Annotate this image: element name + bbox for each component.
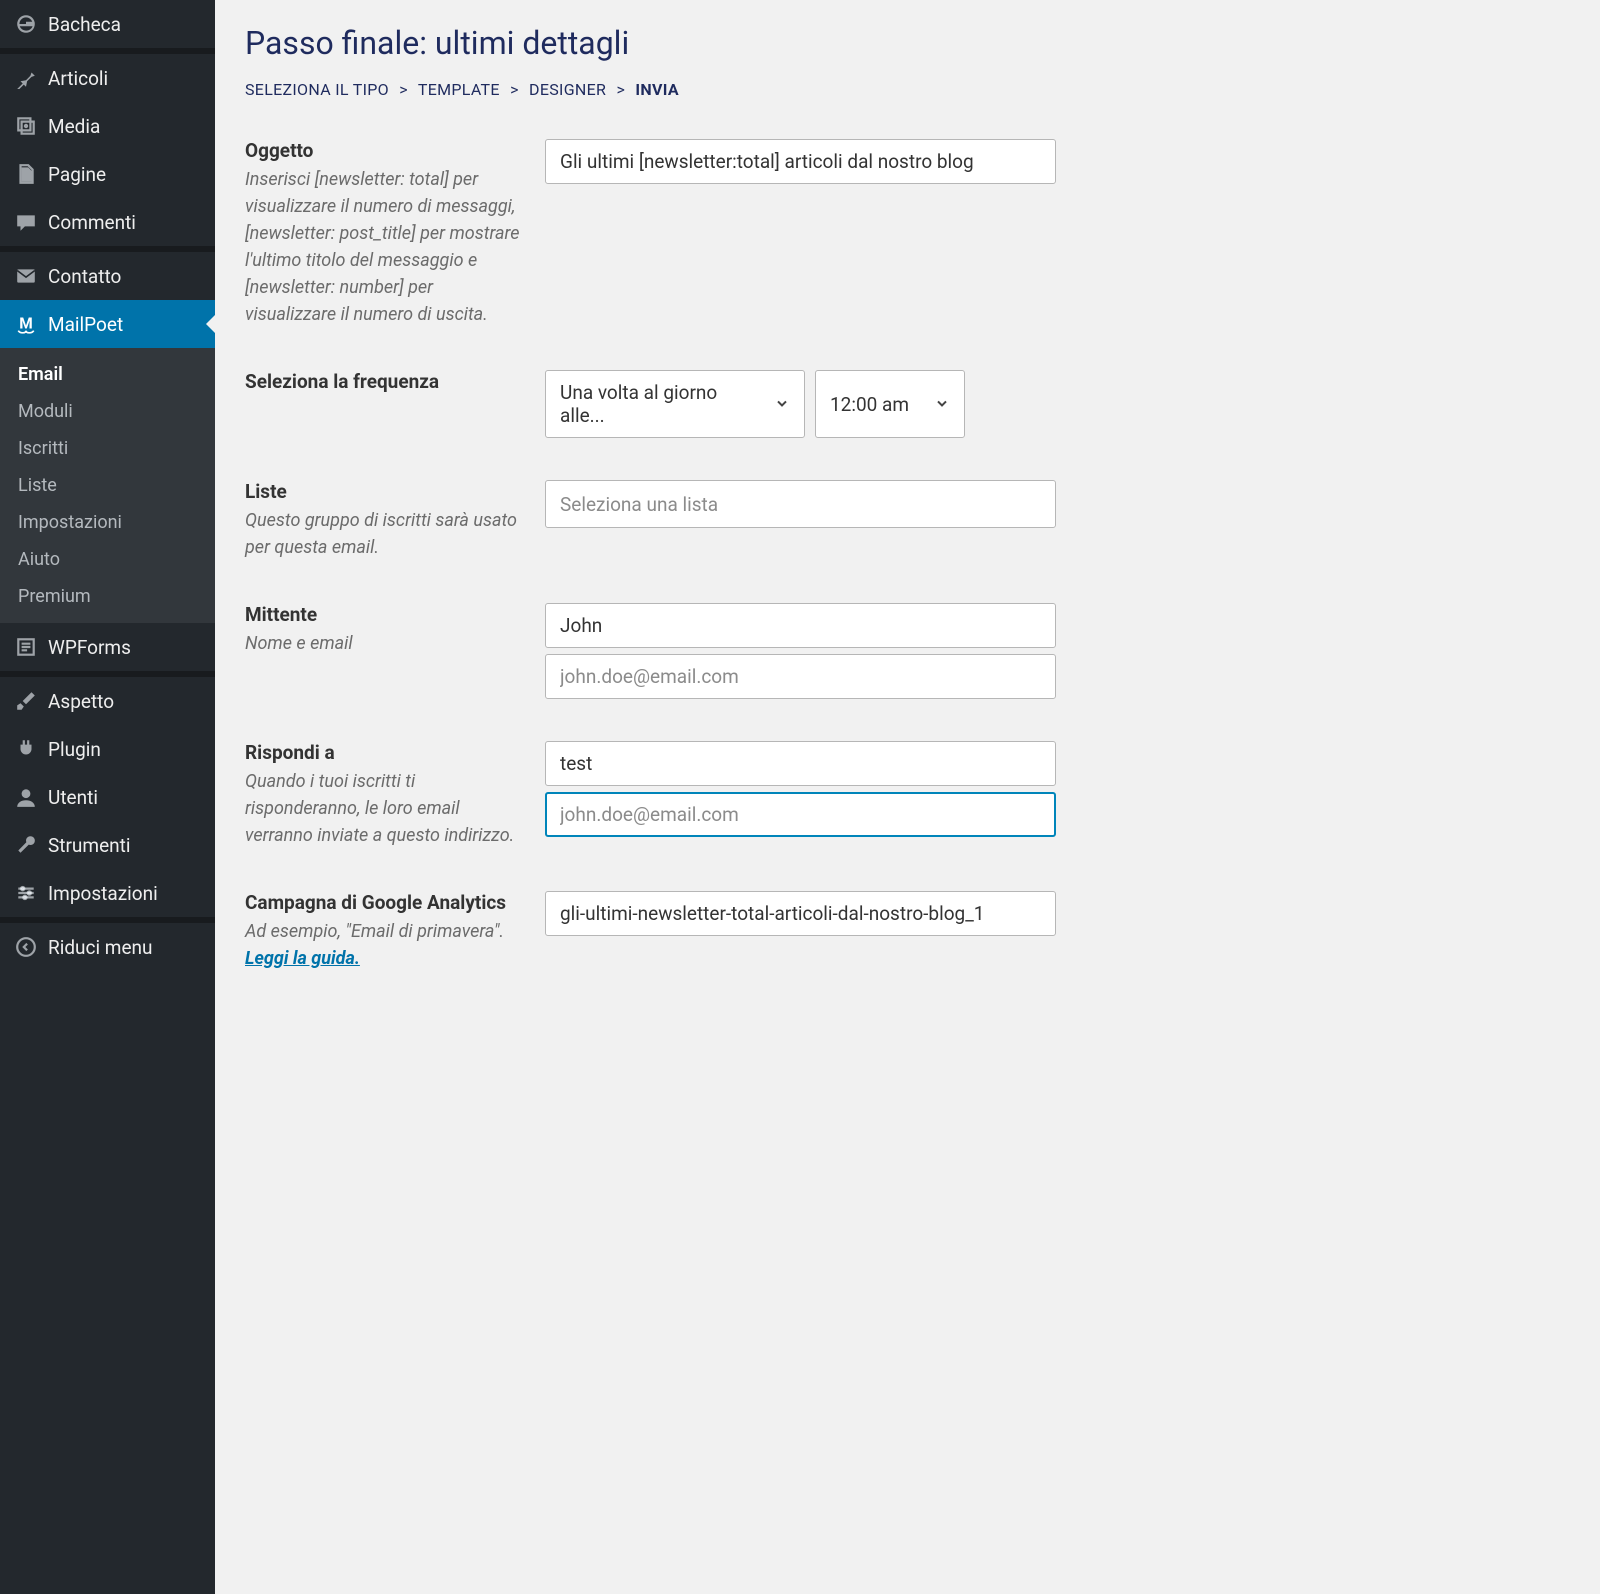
replyto-name-input[interactable] <box>545 741 1056 786</box>
ga-hint: Ad esempio, "Email di primavera". Leggi … <box>245 918 525 972</box>
sidebar-item-label: Articoli <box>48 67 108 90</box>
form-row-replyto: Rispondi a Quando i tuoi iscritti ti ris… <box>245 741 1056 849</box>
sender-label: Mittente <box>245 603 525 626</box>
breadcrumb-sep: > <box>399 80 408 99</box>
form-row-subject: Oggetto Inserisci [newsletter: total] pe… <box>245 139 1056 328</box>
plug-icon <box>14 737 38 761</box>
subject-input[interactable] <box>545 139 1056 184</box>
wrench-icon <box>14 833 38 857</box>
submenu-item-aiuto[interactable]: Aiuto <box>0 541 215 578</box>
breadcrumb-step-designer[interactable]: DESIGNER <box>529 80 606 99</box>
comment-icon <box>14 210 38 234</box>
sidebar-item-label: Riduci menu <box>48 936 153 959</box>
mail-icon <box>14 264 38 288</box>
sidebar-item-label: Utenti <box>48 786 98 809</box>
submenu-item-iscritti[interactable]: Iscritti <box>0 430 215 467</box>
media-icon <box>14 114 38 138</box>
sidebar-item-collapse[interactable]: Riduci menu <box>0 923 215 971</box>
ga-label: Campagna di Google Analytics <box>245 891 525 914</box>
page-title: Passo finale: ultimi dettagli <box>245 24 1056 62</box>
dashboard-icon <box>14 12 38 36</box>
sidebar-item-plugins[interactable]: Plugin <box>0 725 215 773</box>
ga-hint-text: Ad esempio, "Email di primavera". <box>245 921 504 942</box>
submenu-item-moduli[interactable]: Moduli <box>0 393 215 430</box>
sidebar-item-wpforms[interactable]: WPForms <box>0 623 215 671</box>
sidebar-item-media[interactable]: Media <box>0 102 215 150</box>
sidebar-item-comments[interactable]: Commenti <box>0 198 215 246</box>
sidebar-item-label: Impostazioni <box>48 882 158 905</box>
form-row-frequency: Seleziona la frequenza Una volta al gior… <box>245 370 1056 438</box>
svg-text:M: M <box>19 314 32 332</box>
sidebar-item-tools[interactable]: Strumenti <box>0 821 215 869</box>
breadcrumb-step-template[interactable]: TEMPLATE <box>418 80 500 99</box>
sidebar-item-pages[interactable]: Pagine <box>0 150 215 198</box>
sidebar-submenu-mailpoet: Email Moduli Iscritti Liste Impostazioni… <box>0 348 215 623</box>
mailpoet-icon: M <box>14 312 38 336</box>
submenu-item-premium[interactable]: Premium <box>0 578 215 615</box>
sidebar-item-posts[interactable]: Articoli <box>0 54 215 102</box>
subject-label: Oggetto <box>245 139 525 162</box>
replyto-hint: Quando i tuoi iscritti ti risponderanno,… <box>245 768 525 849</box>
user-icon <box>14 785 38 809</box>
sidebar-item-label: Plugin <box>48 738 101 761</box>
pages-icon <box>14 162 38 186</box>
sidebar-item-label: Contatto <box>48 265 121 288</box>
sliders-icon <box>14 881 38 905</box>
form-row-ga: Campagna di Google Analytics Ad esempio,… <box>245 891 1056 972</box>
sidebar-item-dashboard[interactable]: Bacheca <box>0 0 215 48</box>
lists-label: Liste <box>245 480 525 503</box>
collapse-icon <box>14 935 38 959</box>
sidebar-item-label: Bacheca <box>48 13 121 36</box>
form-row-sender: Mittente Nome e email <box>245 603 1056 699</box>
main-content: Passo finale: ultimi dettagli SELEZIONA … <box>215 0 1096 1594</box>
lists-placeholder: Seleziona una lista <box>560 493 718 516</box>
subject-hint: Inserisci [newsletter: total] per visual… <box>245 166 525 328</box>
submenu-item-liste[interactable]: Liste <box>0 467 215 504</box>
breadcrumb-sep: > <box>616 80 625 99</box>
chevron-down-icon <box>934 393 950 416</box>
breadcrumb-sep: > <box>510 80 519 99</box>
replyto-email-input[interactable] <box>545 792 1056 837</box>
ga-guide-link[interactable]: Leggi la guida. <box>245 948 360 969</box>
admin-sidebar: Bacheca Articoli Media Pagine Commenti C… <box>0 0 215 1594</box>
sidebar-item-label: Media <box>48 115 100 138</box>
submenu-item-email[interactable]: Email <box>0 356 215 393</box>
submenu-item-impostazioni[interactable]: Impostazioni <box>0 504 215 541</box>
frequency-interval-select[interactable]: Una volta al giorno alle... <box>545 370 805 438</box>
sidebar-item-mailpoet[interactable]: M MailPoet <box>0 300 215 348</box>
sender-email-input[interactable] <box>545 654 1056 699</box>
frequency-interval-value: Una volta al giorno alle... <box>560 381 764 427</box>
frequency-time-value: 12:00 am <box>830 393 909 416</box>
sidebar-item-label: MailPoet <box>48 313 123 336</box>
sidebar-item-label: Aspetto <box>48 690 114 713</box>
pin-icon <box>14 66 38 90</box>
breadcrumb-step-send[interactable]: INVIA <box>635 80 679 99</box>
lists-select[interactable]: Seleziona una lista <box>545 480 1056 528</box>
sidebar-item-settings[interactable]: Impostazioni <box>0 869 215 917</box>
form-icon <box>14 635 38 659</box>
breadcrumb: SELEZIONA IL TIPO > TEMPLATE > DESIGNER … <box>245 80 1056 99</box>
sidebar-item-label: WPForms <box>48 636 131 659</box>
sidebar-item-appearance[interactable]: Aspetto <box>0 677 215 725</box>
ga-campaign-input[interactable] <box>545 891 1056 936</box>
brush-icon <box>14 689 38 713</box>
breadcrumb-step-type[interactable]: SELEZIONA IL TIPO <box>245 80 389 99</box>
lists-hint: Questo gruppo di iscritti sarà usato per… <box>245 507 525 561</box>
sidebar-item-label: Strumenti <box>48 834 130 857</box>
sender-hint: Nome e email <box>245 630 525 657</box>
frequency-label: Seleziona la frequenza <box>245 370 525 393</box>
chevron-down-icon <box>774 393 790 416</box>
sidebar-item-users[interactable]: Utenti <box>0 773 215 821</box>
sidebar-item-contact[interactable]: Contatto <box>0 252 215 300</box>
frequency-time-select[interactable]: 12:00 am <box>815 370 965 438</box>
sidebar-item-label: Pagine <box>48 163 106 186</box>
form-row-lists: Liste Questo gruppo di iscritti sarà usa… <box>245 480 1056 561</box>
sender-name-input[interactable] <box>545 603 1056 648</box>
sidebar-item-label: Commenti <box>48 211 136 234</box>
replyto-label: Rispondi a <box>245 741 525 764</box>
